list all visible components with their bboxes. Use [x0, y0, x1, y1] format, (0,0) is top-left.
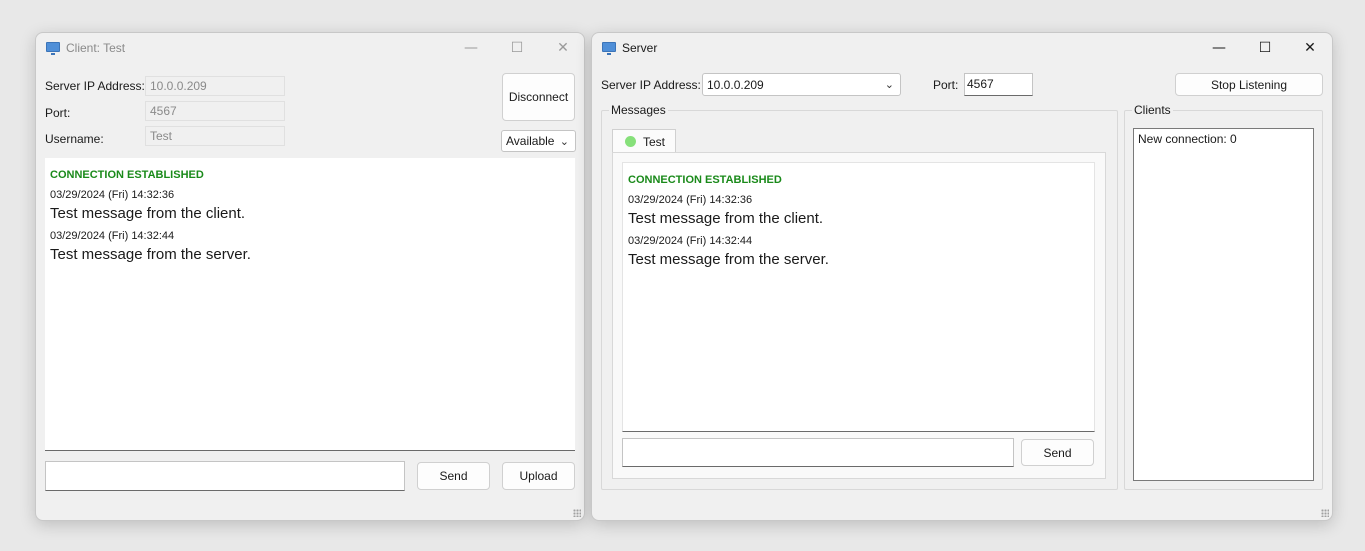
list-item[interactable]: New connection: 0 — [1138, 132, 1309, 146]
client-chat-area[interactable]: CONNECTION ESTABLISHED 03/29/2024 (Fri) … — [45, 158, 575, 451]
client-titlebar[interactable]: Client: Test — ☐ ✕ — [36, 33, 584, 63]
resize-grip[interactable] — [573, 509, 581, 517]
message-text: Test message from the server. — [50, 246, 251, 263]
upload-button[interactable]: Upload — [502, 462, 575, 490]
message-text: Test message from the server. — [628, 251, 829, 268]
connection-status: CONNECTION ESTABLISHED — [628, 174, 782, 186]
username-field[interactable]: Test — [145, 126, 285, 146]
stop-listening-button[interactable]: Stop Listening — [1175, 73, 1323, 96]
close-icon[interactable]: ✕ — [1287, 33, 1332, 63]
message-timestamp: 03/29/2024 (Fri) 14:32:44 — [628, 235, 753, 247]
online-status-icon — [625, 136, 636, 147]
clients-list[interactable]: New connection: 0 — [1133, 128, 1314, 481]
close-icon[interactable]: ✕ — [540, 33, 584, 63]
server-titlebar[interactable]: Server — ☐ ✕ — [592, 33, 1332, 63]
client-send-button[interactable]: Send — [417, 462, 490, 490]
server-ip-label: Server IP Address: — [601, 78, 701, 92]
client-window-title: Client: Test — [66, 41, 126, 55]
client-message-input[interactable] — [45, 461, 405, 491]
server-port-field[interactable]: 4567 — [964, 73, 1033, 96]
username-label: Username: — [45, 132, 104, 146]
clients-group-title: Clients — [1132, 103, 1173, 117]
server-window: Server — ☐ ✕ Server IP Address: 10.0.0.2… — [591, 32, 1333, 521]
disconnect-button[interactable]: Disconnect — [502, 73, 575, 121]
client-window: Client: Test — ☐ ✕ Server IP Address: 10… — [35, 32, 585, 521]
port-field[interactable]: 4567 — [145, 101, 285, 121]
message-text: Test message from the client. — [50, 205, 246, 222]
status-select-value: Available — [506, 134, 555, 148]
message-text: Test message from the client. — [628, 210, 824, 227]
message-timestamp: 03/29/2024 (Fri) 14:32:36 — [50, 189, 175, 201]
message-timestamp: 03/29/2024 (Fri) 14:32:36 — [628, 194, 753, 206]
server-window-title: Server — [622, 41, 658, 55]
connection-status: CONNECTION ESTABLISHED — [50, 169, 204, 181]
maximize-icon[interactable]: ☐ — [494, 33, 540, 63]
server-ip-value: 10.0.0.209 — [707, 77, 764, 92]
minimize-icon[interactable]: — — [448, 33, 494, 63]
server-message-input[interactable] — [622, 438, 1014, 467]
server-send-button[interactable]: Send — [1021, 439, 1094, 466]
chevron-down-icon: ⌄ — [559, 135, 569, 148]
maximize-icon[interactable]: ☐ — [1242, 33, 1288, 63]
server-ip-select[interactable]: 10.0.0.209 ⌄ — [702, 73, 901, 96]
server-ip-label: Server IP Address: — [45, 79, 145, 93]
server-ip-field[interactable]: 10.0.0.209 — [145, 76, 285, 96]
server-chat-area[interactable]: CONNECTION ESTABLISHED 03/29/2024 (Fri) … — [622, 162, 1095, 432]
port-label: Port: — [933, 78, 959, 92]
resize-grip[interactable] — [1321, 509, 1329, 517]
status-select[interactable]: Available ⌄ — [501, 130, 576, 152]
chevron-down-icon: ⌄ — [884, 78, 894, 91]
minimize-icon[interactable]: — — [1196, 33, 1242, 63]
tab-label: Test — [643, 134, 666, 149]
tab-test[interactable]: Test — [612, 129, 676, 153]
port-label: Port: — [45, 106, 71, 120]
app-window-icon — [602, 42, 616, 55]
message-timestamp: 03/29/2024 (Fri) 14:32:44 — [50, 230, 175, 242]
messages-group-title: Messages — [609, 103, 668, 117]
app-window-icon — [46, 42, 60, 55]
